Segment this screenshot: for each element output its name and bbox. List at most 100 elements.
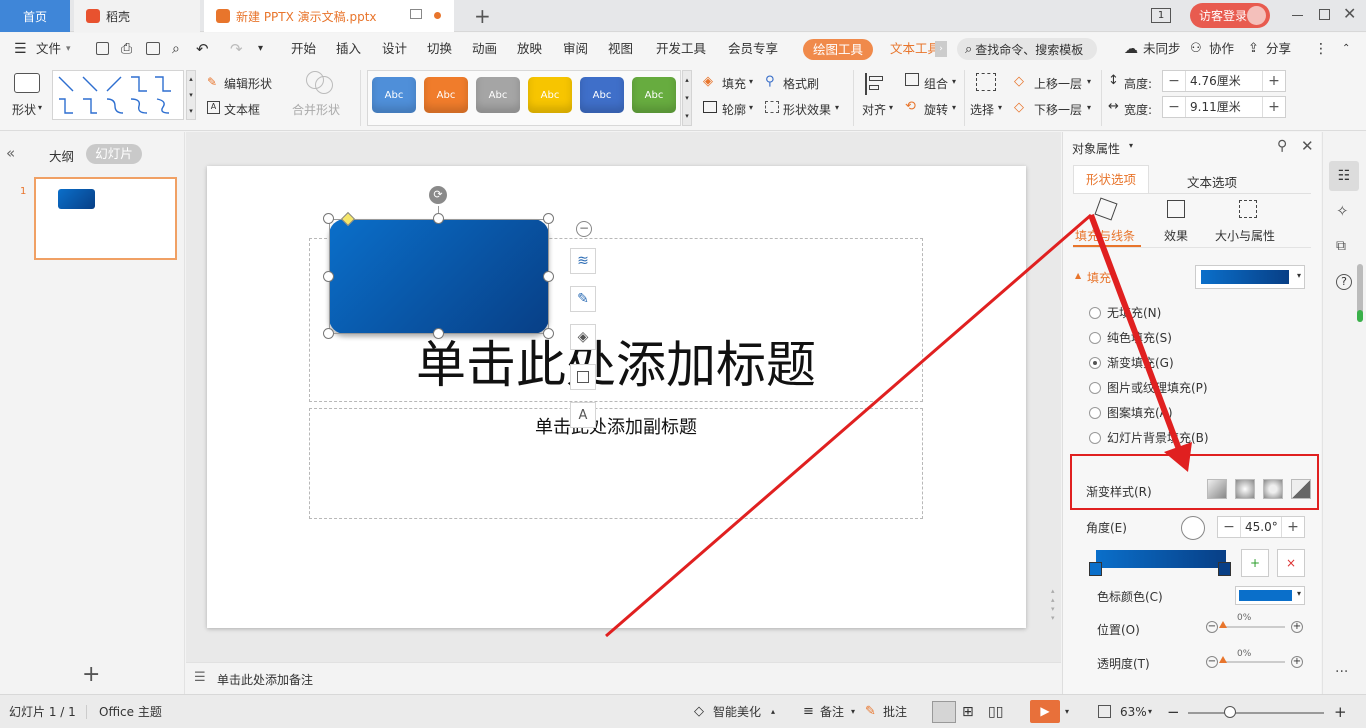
save-icon[interactable] (96, 42, 109, 55)
resize-handle-s[interactable] (433, 328, 444, 339)
notes-placeholder[interactable]: 单击此处添加备注 (217, 671, 313, 688)
chevron-down-icon[interactable]: ▾ (889, 103, 893, 112)
send-backward-button[interactable]: 下移一层 (1034, 101, 1082, 118)
undo-icon[interactable]: ↶ (196, 33, 209, 65)
share-button[interactable]: 分享 (1266, 33, 1291, 65)
theme-name[interactable]: Office 主题 (99, 695, 162, 728)
preview-icon[interactable]: ⌕ (172, 33, 180, 65)
chevron-down-icon[interactable]: ▾ (1129, 141, 1133, 150)
radio-pattern-fill[interactable]: 图案填充(A) (1089, 404, 1173, 421)
fit-window-icon[interactable] (1098, 705, 1111, 718)
add-stop-icon[interactable]: + (1241, 549, 1269, 577)
menu-item-slideshow[interactable]: 放映 (517, 33, 542, 65)
slide-canvas[interactable]: 单击此处添加标题 单击此处添加副标题 ⟳ − ≋ ✎ ◈ A (207, 166, 1026, 628)
sync-status[interactable]: 未同步 (1143, 33, 1181, 65)
notes-bar[interactable]: ☰ 单击此处添加备注 (186, 662, 1061, 694)
format-brush-button[interactable]: 格式刷 (783, 75, 819, 92)
tab-home[interactable]: 首页 (0, 0, 70, 32)
ribbon-scroll-right-icon[interactable]: › (935, 41, 947, 57)
outline-button[interactable]: 轮廓 (722, 101, 746, 118)
notes-toggle-button[interactable]: 备注 (820, 695, 844, 728)
layers-icon[interactable]: ≋ (570, 248, 596, 274)
menu-item-review[interactable]: 审阅 (563, 33, 588, 65)
collapse-panel-icon[interactable]: « (6, 144, 15, 162)
scrollbar-thumb[interactable] (1357, 310, 1363, 322)
angle-dial-icon[interactable] (1181, 516, 1205, 540)
edit-shape-button[interactable]: 编辑形状 (224, 75, 272, 92)
chevron-down-icon[interactable]: ▾ (66, 33, 71, 65)
search-box[interactable]: ⌕ 查找命令、搜索模板 (957, 38, 1097, 60)
radio-solid-fill[interactable]: 纯色填充(S) (1089, 329, 1172, 346)
minimize-icon[interactable] (1292, 15, 1303, 16)
style-gallery-scroll[interactable]: ▴ ▾ ▾ (682, 70, 692, 126)
transparency-slider-thumb[interactable] (1219, 656, 1227, 663)
pen-icon[interactable]: ✎ (570, 286, 596, 312)
zoom-out-button[interactable]: − (1167, 695, 1180, 728)
collab-button[interactable]: 协作 (1209, 33, 1234, 65)
close-panel-icon[interactable]: ✕ (1301, 137, 1314, 155)
more-icon[interactable]: ⋮ (1314, 33, 1328, 65)
panel-title[interactable]: 对象属性 (1072, 140, 1120, 157)
angle-decrease-button[interactable]: − (1218, 519, 1240, 535)
shape-style-blue[interactable]: Abc (372, 77, 416, 113)
maximize-icon[interactable] (1319, 9, 1330, 20)
zoom-in-button[interactable]: + (1334, 695, 1347, 728)
menu-item-animation[interactable]: 动画 (472, 33, 497, 65)
chevron-down-icon[interactable]: ▾ (38, 103, 42, 112)
radio-picture-fill[interactable]: 图片或纹理填充(P) (1089, 379, 1208, 396)
gradient-linear-option[interactable] (1207, 479, 1227, 499)
menu-item-view[interactable]: 视图 (608, 33, 633, 65)
collapse-ribbon-icon[interactable]: ⌃ (1342, 33, 1350, 65)
shape-style-gold[interactable]: Abc (528, 77, 572, 113)
tab-drawing-tools[interactable]: 绘图工具 (803, 39, 873, 60)
height-input[interactable]: 4.76厘米 (1185, 71, 1263, 91)
textbox-button[interactable]: 文本框 (224, 101, 260, 118)
subtab-effect[interactable]: 效果 (1164, 227, 1188, 244)
radio-circle[interactable] (1089, 306, 1101, 319)
add-slide-button[interactable]: + (82, 662, 100, 687)
more-quick-icon[interactable]: ▾ (258, 33, 263, 65)
subtab-fill-line[interactable]: 填充与线条 (1075, 227, 1135, 244)
slide-sorter-icon[interactable]: ⊞ (962, 695, 974, 728)
outline-square-icon[interactable] (570, 364, 596, 390)
rotate-button[interactable]: 旋转 (924, 101, 948, 118)
chevron-down-icon[interactable]: ▾ (1087, 77, 1091, 86)
stop-color-dropdown[interactable]: ▾ (1235, 586, 1305, 605)
canvas-scroll-arrows[interactable]: ▴ ▴ ▾ ▾ (1051, 587, 1055, 623)
resize-handle-sw[interactable] (323, 328, 334, 339)
visitor-login-button[interactable]: 访客登录 (1190, 3, 1270, 28)
hamburger-icon[interactable]: ☰ (14, 33, 27, 65)
help-icon[interactable]: ? (1336, 274, 1352, 290)
resize-handle-e[interactable] (543, 271, 554, 282)
radio-background-fill[interactable]: 幻灯片背景填充(B) (1089, 429, 1209, 446)
gradient-stop-start[interactable] (1089, 562, 1102, 576)
print-icon[interactable] (146, 42, 160, 55)
shape-style-gray[interactable]: Abc (476, 77, 520, 113)
chevron-down-icon[interactable]: ▾ (1065, 695, 1069, 728)
height-stepper[interactable]: − 4.76厘米 + (1162, 70, 1286, 92)
position-decrease-button[interactable]: − (1206, 621, 1218, 633)
angle-stepper[interactable]: − 45.0° + (1217, 516, 1305, 538)
subtab-size[interactable]: 大小与属性 (1215, 227, 1275, 244)
radio-circle[interactable] (1089, 331, 1101, 344)
chevron-down-icon[interactable]: ▾ (998, 103, 1002, 112)
remove-stop-icon[interactable]: × (1277, 549, 1305, 577)
fill-button[interactable]: 填充 (722, 75, 746, 92)
resize-handle-w[interactable] (323, 271, 334, 282)
height-decrease-button[interactable]: − (1163, 73, 1185, 89)
more-options-icon[interactable]: ··· (1335, 664, 1348, 680)
transparency-increase-button[interactable]: + (1291, 656, 1303, 668)
tab-text-options[interactable]: 文本选项 (1187, 172, 1237, 191)
width-input[interactable]: 9.11厘米 (1185, 97, 1263, 117)
radio-circle[interactable] (1089, 381, 1101, 394)
chevron-down-icon[interactable]: ▾ (952, 77, 956, 86)
gradient-rectangular-option[interactable] (1263, 479, 1283, 499)
chevron-down-icon[interactable]: ▾ (1148, 695, 1152, 728)
tab-slides[interactable]: 幻灯片 (86, 144, 142, 164)
chevron-down-icon[interactable]: ▾ (835, 103, 839, 112)
gallery-scroll[interactable]: ▴ ▾ ▾ (186, 70, 196, 120)
align-button[interactable]: 对齐 (862, 101, 886, 118)
chevron-down-icon[interactable]: ▾ (851, 695, 855, 728)
monitor-icon[interactable] (410, 9, 422, 19)
pin-icon[interactable]: ⚲ (1277, 138, 1287, 154)
